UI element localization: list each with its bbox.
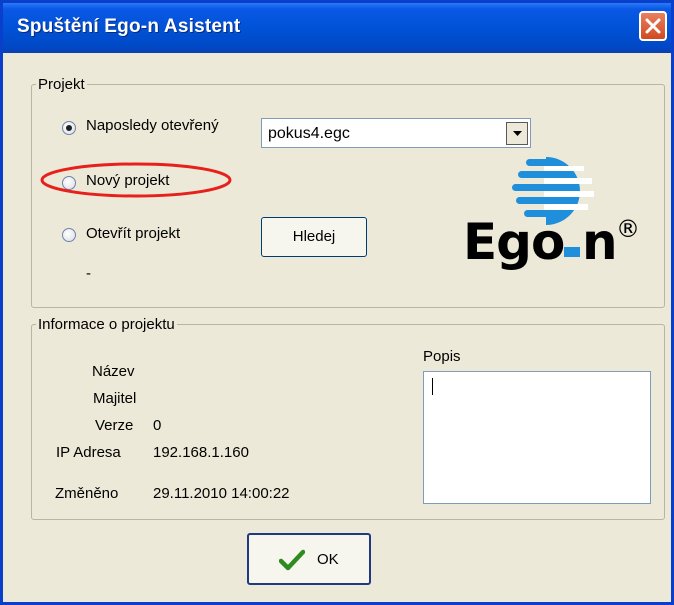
label-name: Název	[92, 363, 135, 380]
search-button[interactable]: Hledej	[261, 217, 367, 257]
combo-dropdown-button[interactable]	[506, 122, 528, 145]
value-version: 0	[153, 417, 162, 434]
close-button[interactable]	[639, 11, 667, 41]
logo-dash	[564, 247, 580, 257]
radio-last-opened-label[interactable]: Naposledy otevřený	[86, 117, 219, 134]
logo-text-ego: Ego	[463, 213, 565, 271]
chevron-down-icon	[513, 131, 522, 136]
close-icon	[645, 18, 661, 34]
radio-new-project-label[interactable]: Nový projekt	[86, 172, 169, 189]
radio-new-project[interactable]	[62, 176, 76, 190]
info-group-legend: Informace o projektu	[38, 316, 175, 333]
logo-registered: ®	[616, 215, 640, 243]
value-ip: 192.168.1.160	[153, 444, 249, 461]
value-changed: 29.11.2010 14:00:22	[153, 485, 290, 502]
label-version: Verze	[95, 417, 134, 434]
title-bar[interactable]: Spuštění Ego-n Asistent	[3, 3, 671, 53]
logo-text-n: n	[582, 213, 618, 271]
label-owner: Majitel	[93, 390, 137, 407]
dialog-window: Spuštění Ego-n Asistent Projekt Naposled…	[0, 0, 674, 605]
project-combo[interactable]: pokus4.egc	[261, 118, 531, 148]
radio-selected-dot	[66, 125, 72, 131]
project-group-legend: Projekt	[38, 76, 85, 93]
text-caret	[432, 378, 433, 395]
radio-last-opened[interactable]	[62, 121, 76, 135]
ego-n-logo: Ego n ®	[458, 151, 658, 281]
radio-open-project-label[interactable]: Otevřít projekt	[86, 225, 180, 242]
ok-button[interactable]: OK	[247, 533, 371, 585]
label-changed: Změněno	[55, 485, 119, 502]
checkmark-icon	[279, 549, 305, 571]
radio-open-project[interactable]	[62, 228, 76, 242]
project-path-text: -	[86, 265, 91, 282]
project-combo-value: pokus4.egc	[268, 125, 350, 142]
window-title: Spuštění Ego-n Asistent	[17, 16, 241, 37]
description-textarea[interactable]	[423, 371, 651, 504]
label-ip: IP Adresa	[56, 444, 121, 461]
description-label: Popis	[423, 348, 461, 365]
ok-button-label: OK	[317, 551, 339, 568]
